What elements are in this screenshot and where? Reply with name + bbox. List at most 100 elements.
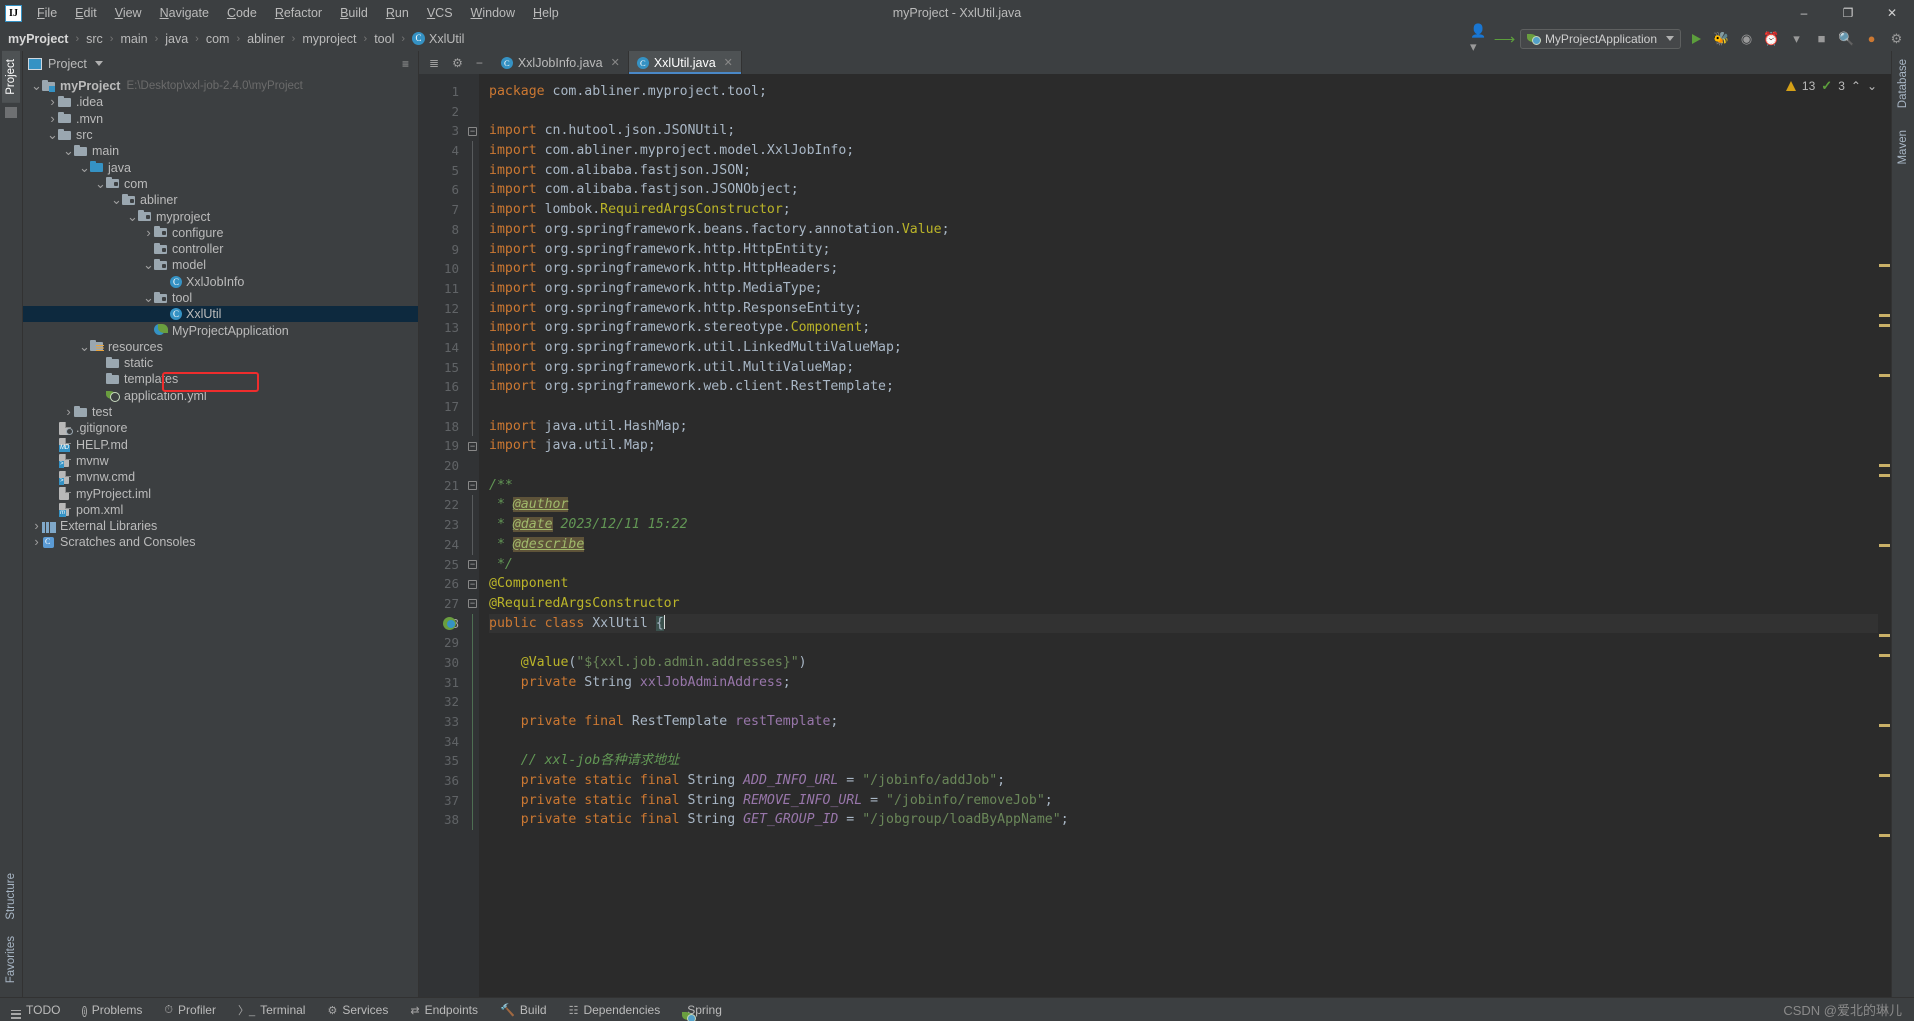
fold-marker[interactable]: − [466, 555, 479, 575]
tree-item-application-yml[interactable]: application.yml [23, 388, 418, 404]
tree-item-tool[interactable]: ⌄ tool [23, 290, 418, 306]
menu-build[interactable]: Build [331, 3, 377, 23]
menu-edit[interactable]: Edit [66, 3, 106, 23]
tree-item-mvnw-cmd[interactable]: > mvnw.cmd [23, 469, 418, 485]
menu-window[interactable]: Window [462, 3, 524, 23]
chevron-down-icon[interactable]: ⌄ [127, 210, 138, 223]
scrollbar-warning-marker[interactable] [1879, 374, 1890, 377]
collapse-icon[interactable]: − [468, 126, 477, 136]
editor-tab-xxlutil-java[interactable]: C XxlUtil.java ✕ [628, 51, 742, 74]
scrollbar-warning-marker[interactable] [1879, 464, 1890, 467]
scrollbar-warning-marker[interactable] [1879, 834, 1890, 837]
status-item-todo[interactable]: TODO [0, 1000, 71, 1019]
run-button[interactable] [1687, 29, 1706, 48]
fold-marker[interactable]: − [466, 594, 479, 614]
tree-item-controller[interactable]: controller [23, 241, 418, 257]
chevron-down-icon[interactable]: ⌄ [63, 144, 74, 157]
more-run-options-icon[interactable]: ▾ [1787, 29, 1806, 48]
scrollbar-warning-marker[interactable] [1879, 314, 1890, 317]
breadcrumb-item-file[interactable]: C XxlUtil [410, 32, 466, 46]
chevron-right-icon[interactable]: › [47, 111, 58, 127]
debug-button[interactable]: 🐝 [1712, 29, 1731, 48]
tree-item-src[interactable]: ⌄ src [23, 127, 418, 143]
status-item-endpoints[interactable]: ⇄ Endpoints [399, 1003, 489, 1017]
menu-file[interactable]: File [28, 3, 66, 23]
previous-problem-icon[interactable]: ⌃ [1851, 79, 1861, 93]
collapse-icon[interactable]: − [468, 441, 477, 451]
tree-item--gitignore[interactable]: .gitignore [23, 420, 418, 436]
tree-item-templates[interactable]: templates [23, 371, 418, 387]
chevron-right-icon[interactable]: › [31, 534, 42, 550]
code-folding-column[interactable]: − − − − − − [466, 74, 479, 997]
chevron-down-icon[interactable]: ⌄ [47, 128, 58, 141]
breadcrumb-item-tool[interactable]: tool [372, 32, 396, 46]
breadcrumb-item-abliner[interactable]: abliner [245, 32, 287, 46]
collapse-icon[interactable]: − [468, 559, 477, 569]
profile-button[interactable]: ⏰ [1762, 29, 1781, 48]
collapse-icon[interactable]: − [468, 579, 477, 589]
next-problem-icon[interactable]: ⌄ [1867, 79, 1877, 93]
status-item-terminal[interactable]: 〉_ Terminal [227, 1002, 316, 1018]
run-configuration-selector[interactable]: MyProjectApplication [1519, 28, 1681, 49]
maximize-button[interactable]: ❐ [1826, 0, 1870, 26]
status-item-build[interactable]: 🔨 Build [489, 1003, 558, 1017]
search-icon[interactable]: 🔍 [1837, 29, 1856, 48]
tree-item-abliner[interactable]: ⌄ abliner [23, 192, 418, 208]
tree-item-xxlutil[interactable]: C XxlUtil [23, 306, 418, 323]
chevron-down-icon[interactable]: ⌄ [79, 161, 90, 174]
status-item-dependencies[interactable]: ☷ Dependencies [558, 1003, 672, 1017]
tree-item-help-md[interactable]: MD HELP.md [23, 437, 418, 453]
chevron-down-icon[interactable]: ⌄ [111, 193, 122, 206]
gear-icon[interactable]: ⚙ [452, 56, 463, 70]
scrollbar-warning-marker[interactable] [1879, 264, 1890, 267]
scrollbar-warning-marker[interactable] [1879, 474, 1890, 477]
tree-item-scratches-and-consoles[interactable]: › Scratches and Consoles [23, 534, 418, 550]
tree-item-external-libraries[interactable]: › External Libraries [23, 518, 418, 534]
tree-item-com[interactable]: ⌄ com [23, 176, 418, 192]
menu-vcs[interactable]: VCS [418, 3, 462, 23]
scrollbar-warning-marker[interactable] [1879, 724, 1890, 727]
collapse-icon[interactable]: − [468, 481, 477, 491]
scrollbar-warning-marker[interactable] [1879, 634, 1890, 637]
menu-refactor[interactable]: Refactor [266, 3, 331, 23]
status-item-profiler[interactable]: ⏱ Profiler [153, 1002, 227, 1017]
tool-tab-structure[interactable]: Structure [2, 865, 20, 928]
breadcrumb-item-java[interactable]: java [163, 32, 190, 46]
breadcrumb-item-main[interactable]: main [118, 32, 149, 46]
status-item-problems[interactable]: i Problems [71, 1003, 153, 1017]
tree-item-myprojectapplication[interactable]: MyProjectApplication [23, 322, 418, 338]
scrollbar-warning-marker[interactable] [1879, 774, 1890, 777]
close-button[interactable]: ✕ [1870, 0, 1914, 26]
updates-icon[interactable]: ● [1862, 29, 1881, 48]
breadcrumb-item-myproject[interactable]: myproject [300, 32, 358, 46]
code-content[interactable]: package com.abliner.myproject.tool; impor… [479, 74, 1878, 997]
tree-item-mvnw[interactable]: > mvnw [23, 453, 418, 469]
tree-item-model[interactable]: ⌄ model [23, 257, 418, 273]
tool-tab-database[interactable]: Database [1894, 51, 1912, 116]
fold-marker[interactable]: − [466, 574, 479, 594]
fold-marker[interactable]: − [466, 436, 479, 456]
editor-tab-xxljobinfo-java[interactable]: C XxlJobInfo.java ✕ [493, 51, 629, 74]
tree-item-xxljobinfo[interactable]: C XxlJobInfo [23, 274, 418, 290]
chevron-down-icon[interactable]: ⌄ [143, 291, 154, 304]
close-icon[interactable]: ✕ [724, 56, 733, 69]
chevron-right-icon[interactable]: › [63, 404, 74, 420]
breadcrumb-item-com[interactable]: com [204, 32, 232, 46]
menu-help[interactable]: Help [524, 3, 568, 23]
chevron-down-icon[interactable]: ⌄ [143, 258, 154, 271]
menu-view[interactable]: View [106, 3, 151, 23]
menu-navigate[interactable]: Navigate [151, 3, 218, 23]
tree-item-pom-xml[interactable]: m pom.xml [23, 502, 418, 518]
user-icon[interactable]: 👤▾ [1470, 23, 1489, 54]
tree-item-myproject-iml[interactable]: myProject.iml [23, 485, 418, 501]
tool-tab-maven[interactable]: Maven [1894, 122, 1912, 173]
fold-marker[interactable]: − [466, 121, 479, 141]
run-with-coverage-button[interactable]: ◉ [1737, 29, 1756, 48]
chevron-down-icon[interactable]: ⌄ [31, 79, 42, 92]
tree-item--idea[interactable]: › .idea [23, 94, 418, 110]
inspection-widget[interactable]: 13 ✓ 3 ⌃ ⌄ [1785, 78, 1877, 94]
status-item-services[interactable]: ⚙ Services [316, 1003, 399, 1017]
scrollbar-warning-marker[interactable] [1879, 324, 1890, 327]
chevron-down-icon[interactable]: ⌄ [95, 177, 106, 190]
menu-code[interactable]: Code [218, 3, 266, 23]
